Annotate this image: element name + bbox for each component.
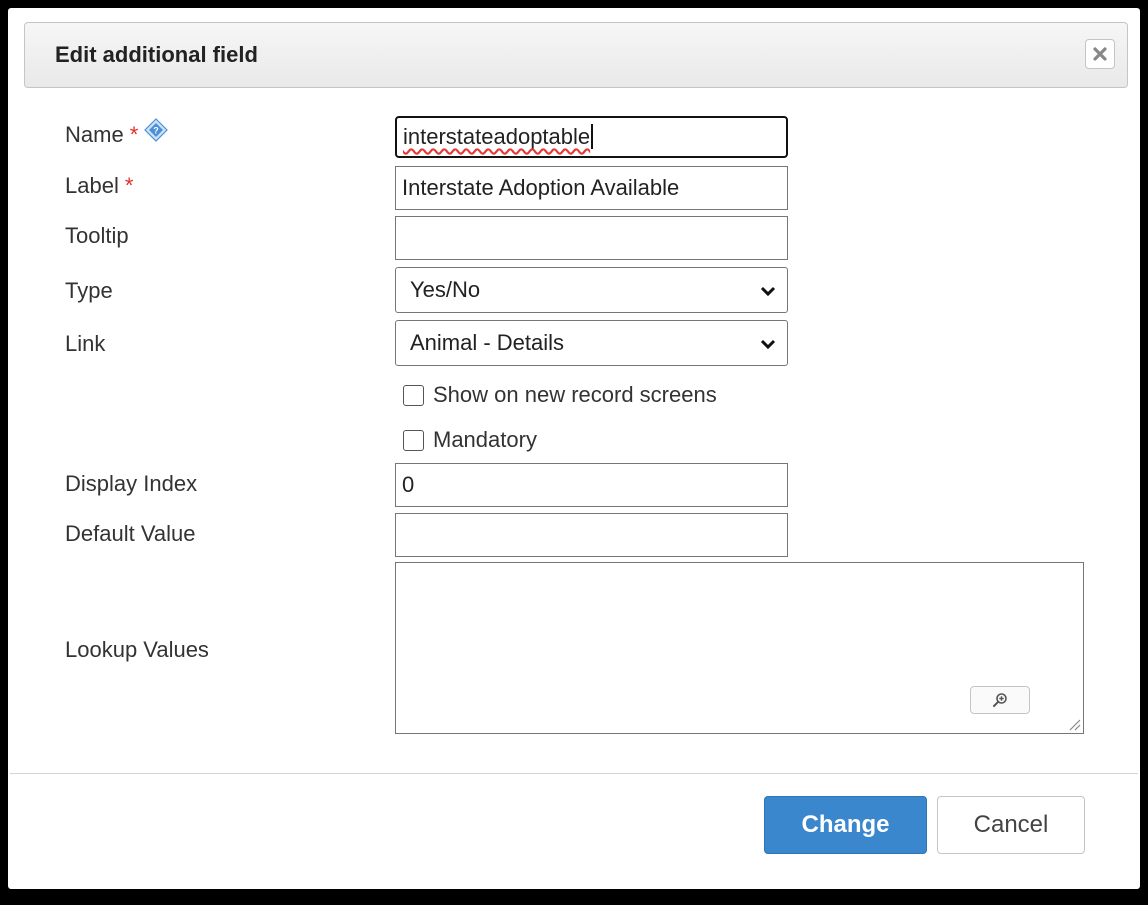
mandatory-row[interactable]: Mandatory xyxy=(403,425,537,455)
label-input[interactable]: Interstate Adoption Available xyxy=(395,166,788,210)
default-value-input[interactable] xyxy=(395,513,788,557)
cancel-button[interactable]: Cancel xyxy=(937,796,1085,854)
display-index-input[interactable]: 0 xyxy=(395,463,788,507)
type-label: Type xyxy=(65,278,113,303)
close-button[interactable] xyxy=(1085,39,1115,69)
name-input-value: interstateadoptable xyxy=(403,124,591,149)
zoom-button[interactable] xyxy=(970,686,1030,714)
show-on-new-label: Show on new record screens xyxy=(433,382,717,407)
default-value-label: Default Value xyxy=(65,521,196,546)
link-label: Link xyxy=(65,331,106,356)
close-icon xyxy=(1093,47,1107,61)
type-select[interactable]: Yes/No xyxy=(395,267,788,313)
zoom-icon xyxy=(993,693,1007,707)
name-label-row: Name * ? xyxy=(65,118,169,150)
label-label-row: Label * xyxy=(65,171,133,201)
lookup-values-textarea[interactable] xyxy=(395,562,1084,734)
display-index-label: Display Index xyxy=(65,471,198,496)
type-select-value: Yes/No xyxy=(410,277,481,302)
chevron-down-icon xyxy=(760,339,776,350)
chevron-down-icon xyxy=(760,286,776,297)
name-input[interactable]: interstateadoptable xyxy=(395,116,788,158)
required-mark: * xyxy=(129,122,139,147)
change-button[interactable]: Change xyxy=(764,796,927,854)
edit-field-dialog: Edit additional field Name * ? interstate… xyxy=(8,8,1140,889)
show-on-new-checkbox[interactable] xyxy=(403,384,424,406)
label-input-value: Interstate Adoption Available xyxy=(402,175,680,200)
show-on-new-row[interactable]: Show on new record screens xyxy=(403,380,717,410)
lookup-values-label: Lookup Values xyxy=(65,637,209,662)
svg-text:?: ? xyxy=(154,126,160,136)
link-select[interactable]: Animal - Details xyxy=(395,320,788,366)
name-label: Name xyxy=(65,122,124,147)
resize-handle-icon[interactable] xyxy=(1067,717,1081,731)
label-label: Label xyxy=(65,173,119,198)
mandatory-label: Mandatory xyxy=(433,427,537,452)
tooltip-label: Tooltip xyxy=(65,223,129,248)
mandatory-checkbox[interactable] xyxy=(403,429,424,451)
dialog-titlebar: Edit additional field xyxy=(24,22,1128,88)
footer-divider xyxy=(10,773,1138,774)
dialog-title: Edit additional field xyxy=(55,42,258,67)
link-select-value: Animal - Details xyxy=(410,330,565,355)
help-diamond-icon[interactable]: ? xyxy=(144,118,169,150)
tooltip-input[interactable] xyxy=(395,216,788,260)
display-index-value: 0 xyxy=(402,472,415,497)
required-mark: * xyxy=(124,173,134,198)
